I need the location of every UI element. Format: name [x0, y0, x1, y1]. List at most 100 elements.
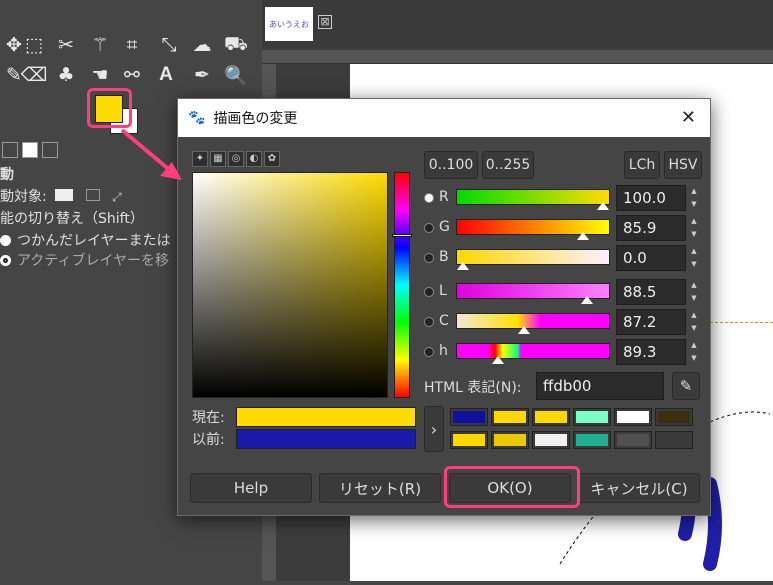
- undo-history-icon[interactable]: [2, 142, 18, 158]
- crop-icon[interactable]: ⌗: [118, 32, 146, 58]
- help-button[interactable]: Help: [190, 473, 312, 503]
- history-swatch[interactable]: [450, 408, 488, 426]
- slider-marker[interactable]: [491, 356, 504, 364]
- range-0-255-button[interactable]: 0..255: [482, 151, 534, 179]
- channel-value-input[interactable]: 89.3: [616, 339, 686, 365]
- mode-toggle-label: 能の切り替え（Shift）: [0, 211, 144, 227]
- spin-buttons[interactable]: ▲ ▼: [688, 245, 700, 271]
- option-pick-layer[interactable]: つかんだレイヤーまたは: [0, 230, 171, 250]
- spin-buttons[interactable]: ▲ ▼: [688, 339, 700, 365]
- cmyk-selector-icon[interactable]: ▦: [210, 151, 226, 167]
- history-swatch[interactable]: [573, 431, 611, 449]
- channel-label: C: [439, 313, 449, 329]
- spin-buttons[interactable]: ▲ ▼: [688, 279, 700, 305]
- hsv-button[interactable]: HSV: [664, 151, 702, 179]
- channel-slider[interactable]: [456, 189, 610, 210]
- channel-slider[interactable]: [456, 249, 610, 270]
- palette-selector-icon[interactable]: ✿: [264, 151, 280, 167]
- previous-label: 以前:: [192, 432, 225, 448]
- channel-slider[interactable]: [456, 313, 610, 334]
- unified-transform-icon[interactable]: ⤡: [155, 32, 183, 58]
- channel-radio[interactable]: [424, 317, 434, 327]
- slider-row-b: B 0.0 ▲ ▼: [424, 245, 704, 271]
- history-swatch[interactable]: [532, 431, 570, 449]
- text-tool-icon[interactable]: A: [152, 62, 180, 88]
- range-0-100-button[interactable]: 0..100: [424, 151, 478, 179]
- html-notation-input[interactable]: ffdb00: [536, 372, 664, 400]
- device-status-icon[interactable]: [42, 142, 58, 158]
- channel-value-input[interactable]: 87.2: [616, 309, 686, 335]
- zoom-icon[interactable]: 🔍: [222, 62, 250, 88]
- slider-marker[interactable]: [577, 232, 590, 240]
- history-swatch[interactable]: [450, 431, 488, 449]
- wheel-selector-icon[interactable]: ◐: [246, 151, 262, 167]
- dialog-titlebar: 🐾 描画色の変更 ✕: [178, 99, 710, 137]
- history-swatch[interactable]: [491, 431, 529, 449]
- channel-label: B: [439, 249, 449, 265]
- channel-radio[interactable]: [424, 193, 434, 203]
- radio-pick-layer[interactable]: [0, 235, 11, 246]
- change-foreground-color-dialog: 🐾 描画色の変更 ✕ ✦ ▦ ◎ ◐ ✿ 0..100 0..255 LCh H…: [177, 98, 711, 516]
- saturation-value-square[interactable]: [192, 172, 388, 398]
- eyedropper-button[interactable]: ✎: [672, 372, 700, 400]
- hue-strip[interactable]: [394, 172, 410, 398]
- clone-icon[interactable]: ♣: [52, 62, 80, 88]
- channel-value-input[interactable]: 0.0: [616, 245, 686, 271]
- image-tab-close-icon[interactable]: ⊠: [318, 15, 332, 29]
- slider-row-h: h 89.3 ▲ ▼: [424, 339, 704, 365]
- spin-buttons[interactable]: ▲ ▼: [688, 309, 700, 335]
- gimp-selector-icon[interactable]: ✦: [192, 151, 208, 167]
- channel-radio[interactable]: [424, 347, 434, 357]
- fuzzy-select-icon[interactable]: ⚚: [86, 32, 114, 58]
- spin-buttons[interactable]: ▲ ▼: [688, 215, 700, 241]
- channel-slider[interactable]: [456, 283, 610, 304]
- layer-target-icon[interactable]: [55, 189, 74, 201]
- warp-icon[interactable]: ☁: [188, 32, 216, 58]
- bucket-fill-icon[interactable]: ⛟: [222, 32, 250, 58]
- history-swatch[interactable]: [614, 408, 652, 426]
- slider-marker[interactable]: [518, 326, 531, 334]
- channel-radio[interactable]: [424, 223, 434, 233]
- selection-target-icon[interactable]: [85, 189, 100, 201]
- smudge-icon[interactable]: ☚: [86, 62, 114, 88]
- color-picker-icon[interactable]: ✒: [188, 62, 216, 88]
- spin-buttons[interactable]: ▲ ▼: [688, 185, 700, 211]
- path-target-icon[interactable]: ⤢: [112, 190, 126, 204]
- tool-options-icon[interactable]: [22, 142, 38, 158]
- rect-select-icon[interactable]: ⬚: [20, 32, 48, 58]
- slider-marker[interactable]: [597, 202, 609, 210]
- channel-value-input[interactable]: 100.0: [616, 185, 686, 211]
- channel-slider[interactable]: [456, 219, 610, 240]
- add-to-history-button[interactable]: ›: [424, 406, 444, 452]
- history-swatch[interactable]: [573, 408, 611, 426]
- option-move-active[interactable]: アクティブレイヤーを移: [0, 250, 169, 270]
- channel-radio[interactable]: [424, 287, 434, 297]
- history-swatch[interactable]: [655, 408, 693, 426]
- channel-value-input[interactable]: 88.5: [616, 279, 686, 305]
- channel-label: h: [439, 343, 448, 359]
- previous-color-swatch: [236, 429, 416, 449]
- slider-marker[interactable]: [580, 296, 593, 304]
- history-swatch[interactable]: [491, 408, 529, 426]
- cancel-button[interactable]: キャンセル(C): [578, 473, 700, 503]
- close-icon[interactable]: ✕: [681, 107, 696, 128]
- path-icon[interactable]: ⚯: [118, 62, 146, 88]
- slider-marker[interactable]: [457, 262, 469, 270]
- history-swatch[interactable]: [614, 431, 652, 449]
- lch-button[interactable]: LCh: [624, 151, 660, 179]
- history-swatch[interactable]: [532, 408, 570, 426]
- reset-button[interactable]: リセット(R): [319, 473, 441, 503]
- scissors-icon[interactable]: ✂: [52, 32, 80, 58]
- channel-slider[interactable]: [456, 343, 610, 364]
- radio-move-active[interactable]: [0, 255, 11, 266]
- slider-row-c: C 87.2 ▲ ▼: [424, 309, 704, 335]
- history-swatch[interactable]: [655, 431, 693, 449]
- eraser-icon[interactable]: ⌫: [20, 62, 48, 88]
- channel-radio[interactable]: [424, 253, 434, 263]
- horizontal-ruler[interactable]: [262, 50, 773, 64]
- image-tab-thumbnail[interactable]: あいうえお: [265, 7, 313, 41]
- channel-value-input[interactable]: 85.9: [616, 215, 686, 241]
- color-selector-tabs: ✦ ▦ ◎ ◐ ✿: [192, 151, 288, 169]
- hue-marker[interactable]: [392, 234, 412, 237]
- watercolor-selector-icon[interactable]: ◎: [228, 151, 244, 167]
